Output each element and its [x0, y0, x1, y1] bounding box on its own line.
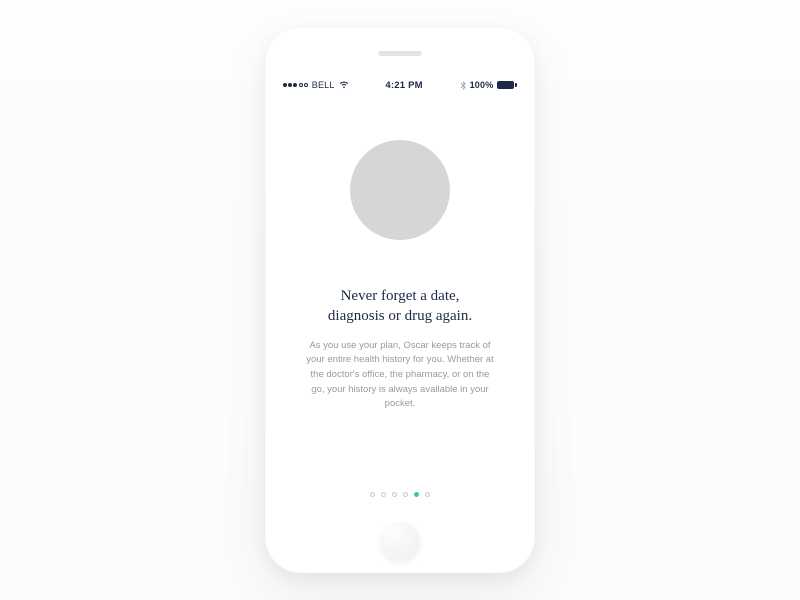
carrier-label: BELL — [312, 80, 335, 90]
status-bar: BELL 4:21 PM 100% — [279, 75, 521, 94]
phone-speaker — [378, 51, 422, 56]
page-dot-1[interactable] — [381, 492, 386, 497]
wifi-icon — [339, 81, 349, 89]
page-dot-4[interactable] — [414, 492, 419, 497]
status-right: 100% — [460, 80, 517, 90]
page-dot-2[interactable] — [392, 492, 397, 497]
hero-image-placeholder — [350, 140, 450, 240]
bluetooth-icon — [460, 81, 466, 90]
home-button[interactable] — [380, 521, 420, 561]
phone-mockup: BELL 4:21 PM 100% — [265, 27, 535, 573]
page-dot-5[interactable] — [425, 492, 430, 497]
battery-icon — [497, 81, 517, 89]
signal-strength-icon — [283, 83, 308, 87]
page-dot-0[interactable] — [370, 492, 375, 497]
status-left: BELL — [283, 80, 349, 90]
page-dot-3[interactable] — [403, 492, 408, 497]
page-indicator — [370, 492, 430, 511]
stage: BELL 4:21 PM 100% — [0, 0, 800, 600]
onboarding-body: As you use your plan, Oscar keeps track … — [305, 339, 495, 413]
clock: 4:21 PM — [385, 80, 422, 91]
onboarding-slide[interactable]: Never forget a date, diagnosis or drug a… — [279, 94, 521, 511]
onboarding-headline: Never forget a date, diagnosis or drug a… — [328, 286, 472, 327]
battery-percent-label: 100% — [470, 80, 494, 90]
phone-screen: BELL 4:21 PM 100% — [279, 75, 521, 511]
